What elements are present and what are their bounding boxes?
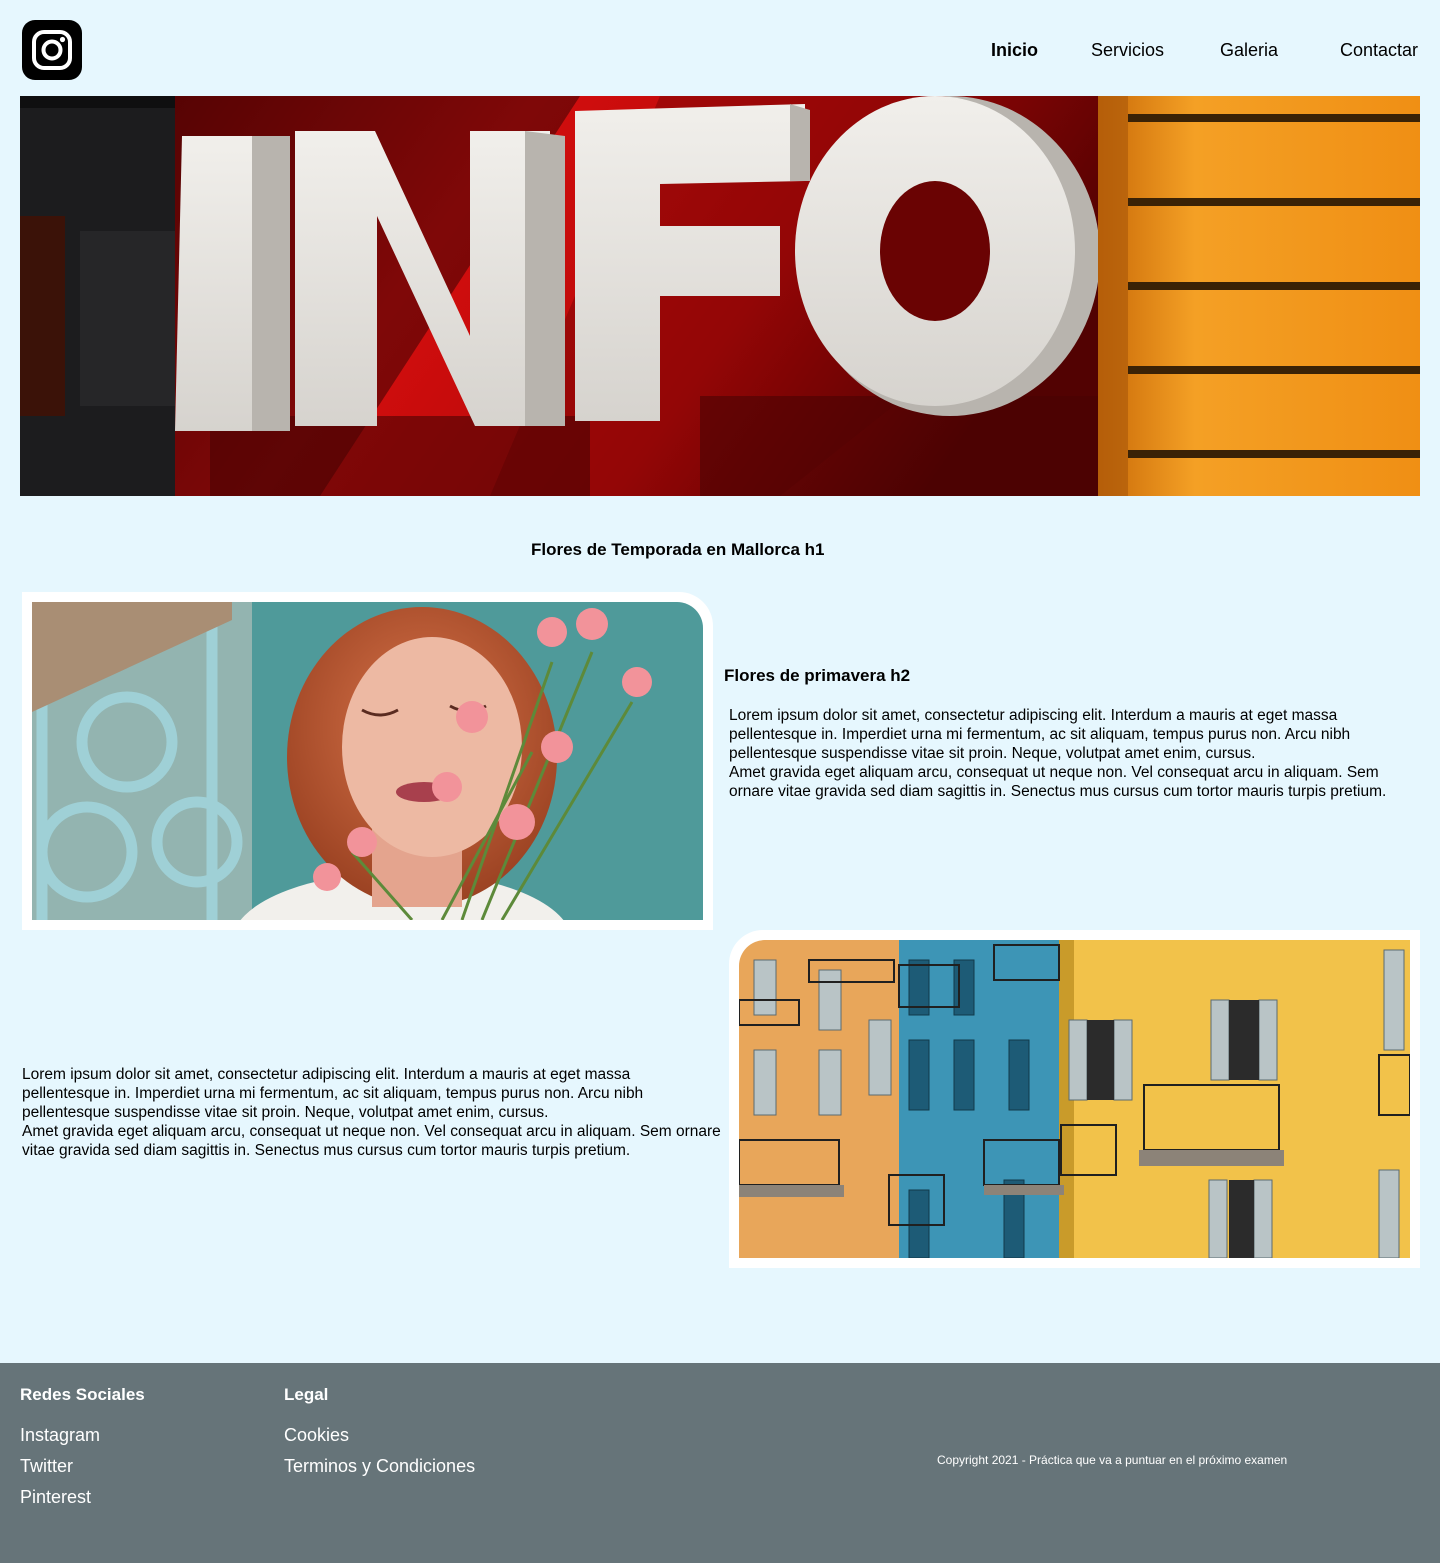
section-1-paragraph: Lorem ipsum dolor sit amet, consectetur … [729, 707, 1387, 800]
colorful-buildings-image [739, 940, 1410, 1258]
legal-heading: Legal [284, 1385, 329, 1404]
footer-link-terminos[interactable]: Terminos y Condiciones [284, 1455, 475, 1477]
section-heading: Flores de primavera h2 [724, 666, 911, 685]
copyright-text: Copyright 2021 - Práctica que va a puntu… [937, 1453, 1288, 1467]
nav-item-inicio[interactable]: Inicio [991, 39, 1038, 61]
footer: Redes Sociales Instagram Twitter Pintere… [0, 1363, 1440, 1563]
hero-banner-image [20, 96, 1420, 496]
main-nav: Inicio Servicios Galeria Contactar [0, 39, 1440, 61]
footer-link-cookies[interactable]: Cookies [284, 1424, 349, 1446]
nav-item-galeria[interactable]: Galeria [1220, 39, 1278, 61]
footer-link-twitter[interactable]: Twitter [20, 1455, 73, 1477]
social-heading: Redes Sociales [20, 1385, 145, 1404]
page-title: Flores de Temporada en Mallorca h1 [531, 540, 825, 559]
woman-with-flowers-image [32, 602, 703, 920]
footer-link-pinterest[interactable]: Pinterest [20, 1486, 91, 1508]
nav-item-servicios[interactable]: Servicios [1091, 39, 1164, 61]
nav-item-contactar[interactable]: Contactar [1340, 39, 1418, 61]
footer-link-instagram[interactable]: Instagram [20, 1424, 100, 1446]
section-2-paragraph: Lorem ipsum dolor sit amet, consectetur … [22, 1066, 721, 1159]
